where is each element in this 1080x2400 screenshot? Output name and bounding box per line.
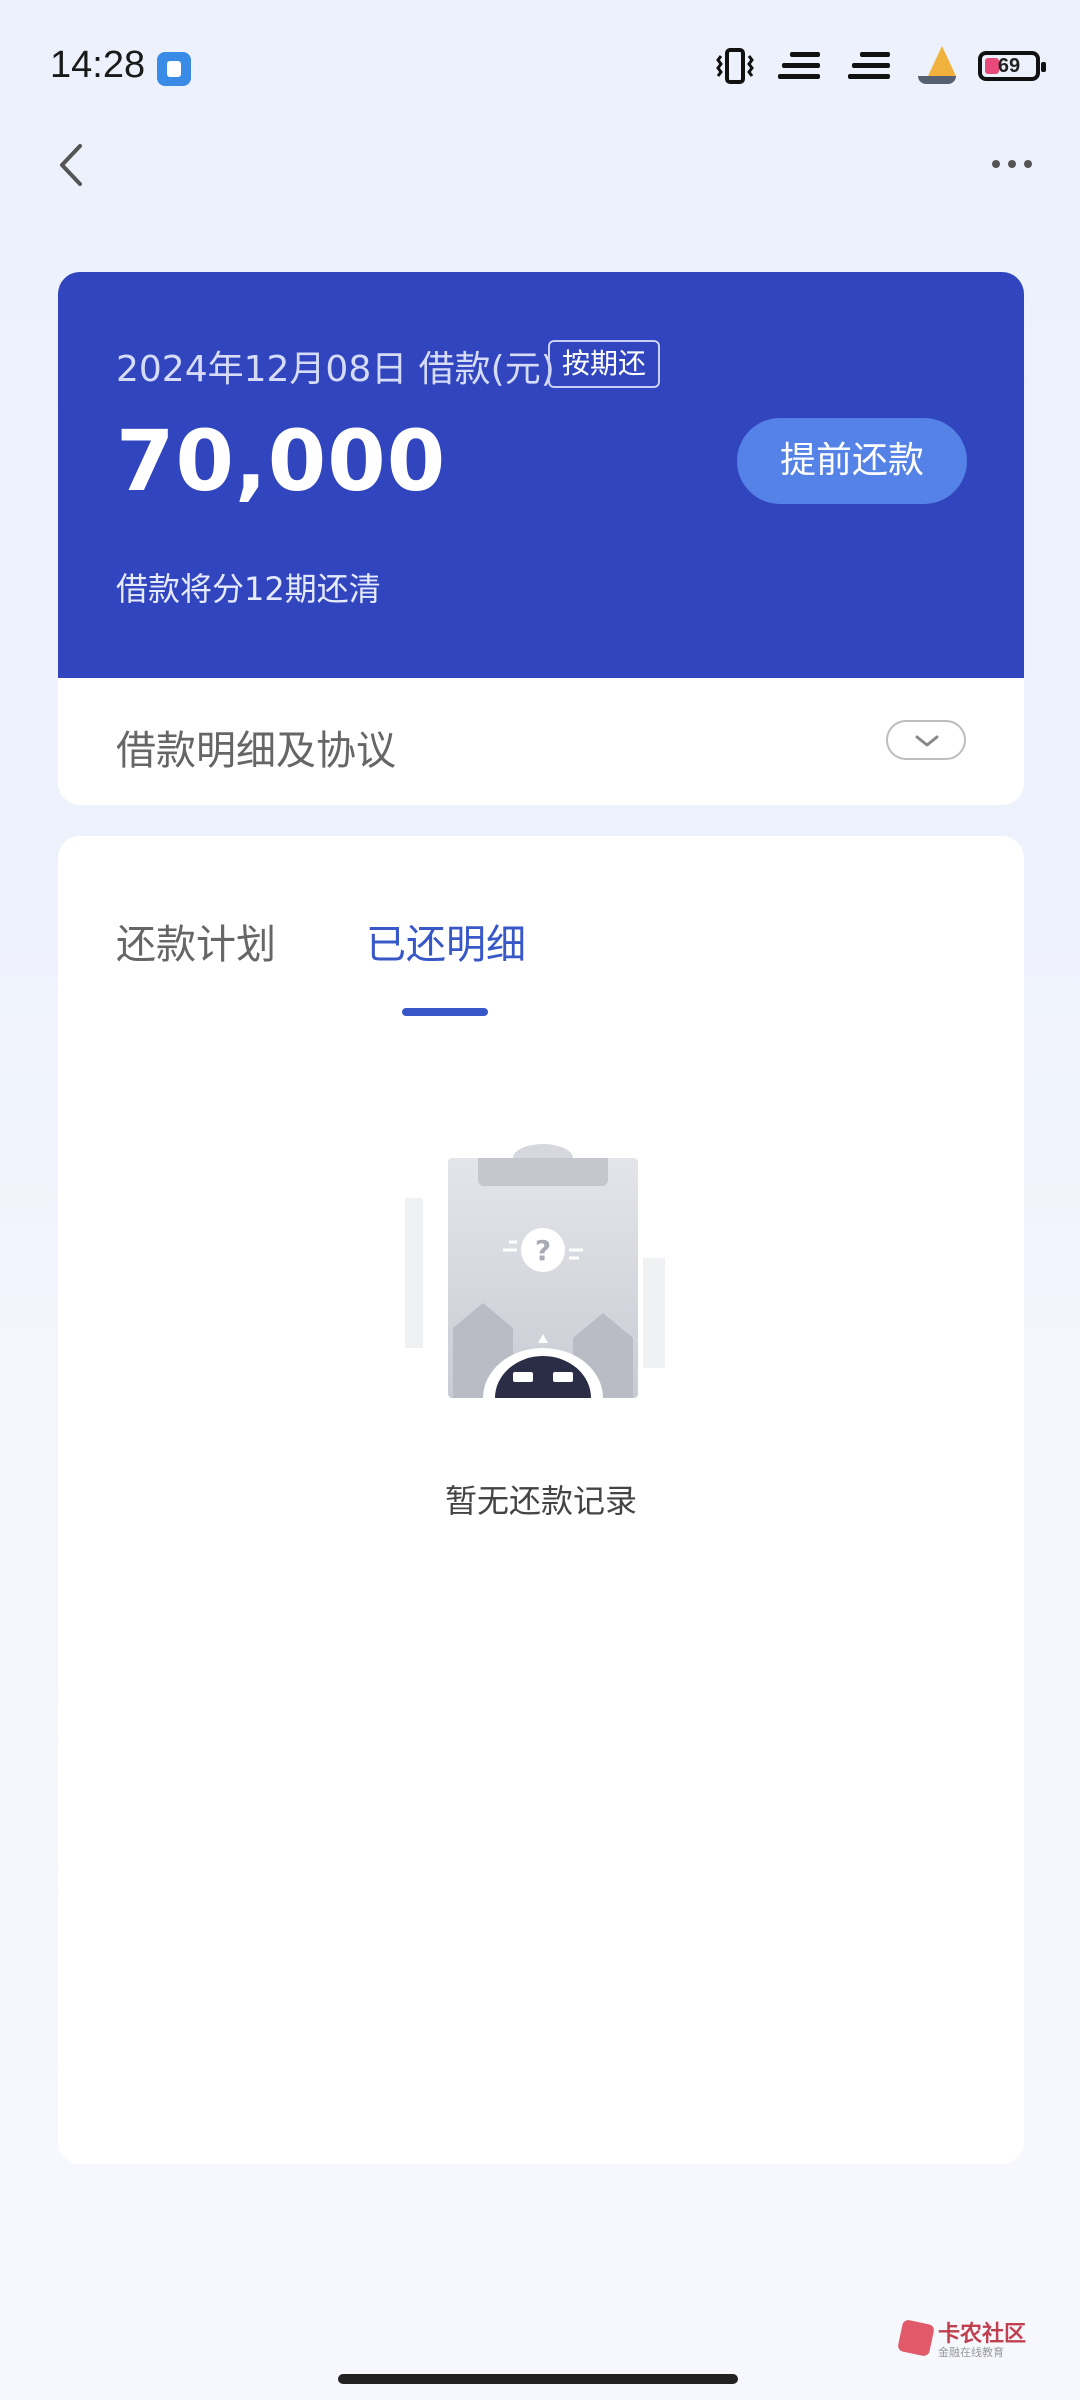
loan-detail-label: 借款明细及协议	[116, 728, 396, 774]
more-horizontal-icon	[992, 160, 1032, 168]
back-button[interactable]	[52, 140, 96, 190]
chevron-down-icon	[915, 735, 939, 747]
expand-button[interactable]	[886, 720, 966, 760]
watermark-subtitle: 金融在线教育	[938, 2346, 1004, 2359]
chevron-left-icon	[60, 144, 82, 186]
loan-summary: 2024年12月08日 借款(元) 按期还 70,000 提前还款 借款将分12…	[58, 272, 1024, 678]
signal-2-icon	[848, 52, 890, 79]
status-time: 14:28	[50, 44, 146, 86]
tab-paid-details[interactable]: 已还明细	[366, 912, 526, 970]
repay-type-badge: 按期还	[548, 340, 661, 388]
watermark-icon	[897, 2319, 935, 2357]
app-notification-icon	[157, 52, 191, 86]
loan-date-label: 2024年12月08日 借款(元)	[116, 349, 555, 390]
battery-level: 69	[997, 54, 1021, 77]
loan-term-text: 借款将分12期还清	[116, 570, 381, 608]
vibrate-icon	[716, 48, 754, 84]
loan-card: 2024年12月08日 借款(元) 按期还 70,000 提前还款 借款将分12…	[58, 272, 1024, 805]
signal-1-icon	[778, 52, 820, 79]
loan-detail-row[interactable]: 借款明细及协议	[58, 678, 1024, 805]
tab-repayment-plan[interactable]: 还款计划	[116, 912, 276, 970]
battery-icon: 69	[978, 51, 1046, 81]
prepay-button[interactable]: 提前还款	[737, 418, 967, 504]
sailboat-icon	[916, 44, 956, 88]
empty-state-message: 暂无还款记录	[444, 1482, 637, 1520]
active-tab-indicator	[402, 1008, 488, 1016]
more-button[interactable]	[990, 152, 1034, 176]
home-indicator[interactable]	[338, 2374, 738, 2384]
status-bar: 14:28 69	[0, 0, 1080, 140]
status-icons: 69	[716, 44, 1046, 88]
empty-clipboard-illustration: ?	[405, 1144, 665, 1398]
records-card: 还款计划 已还明细 ? 暂无还款记录	[58, 836, 1024, 2164]
loan-amount: 70,000	[116, 412, 447, 510]
watermark-logo: 卡农社区 金融在线教育	[897, 2316, 1026, 2366]
svg-text:?: ?	[535, 1234, 551, 1267]
